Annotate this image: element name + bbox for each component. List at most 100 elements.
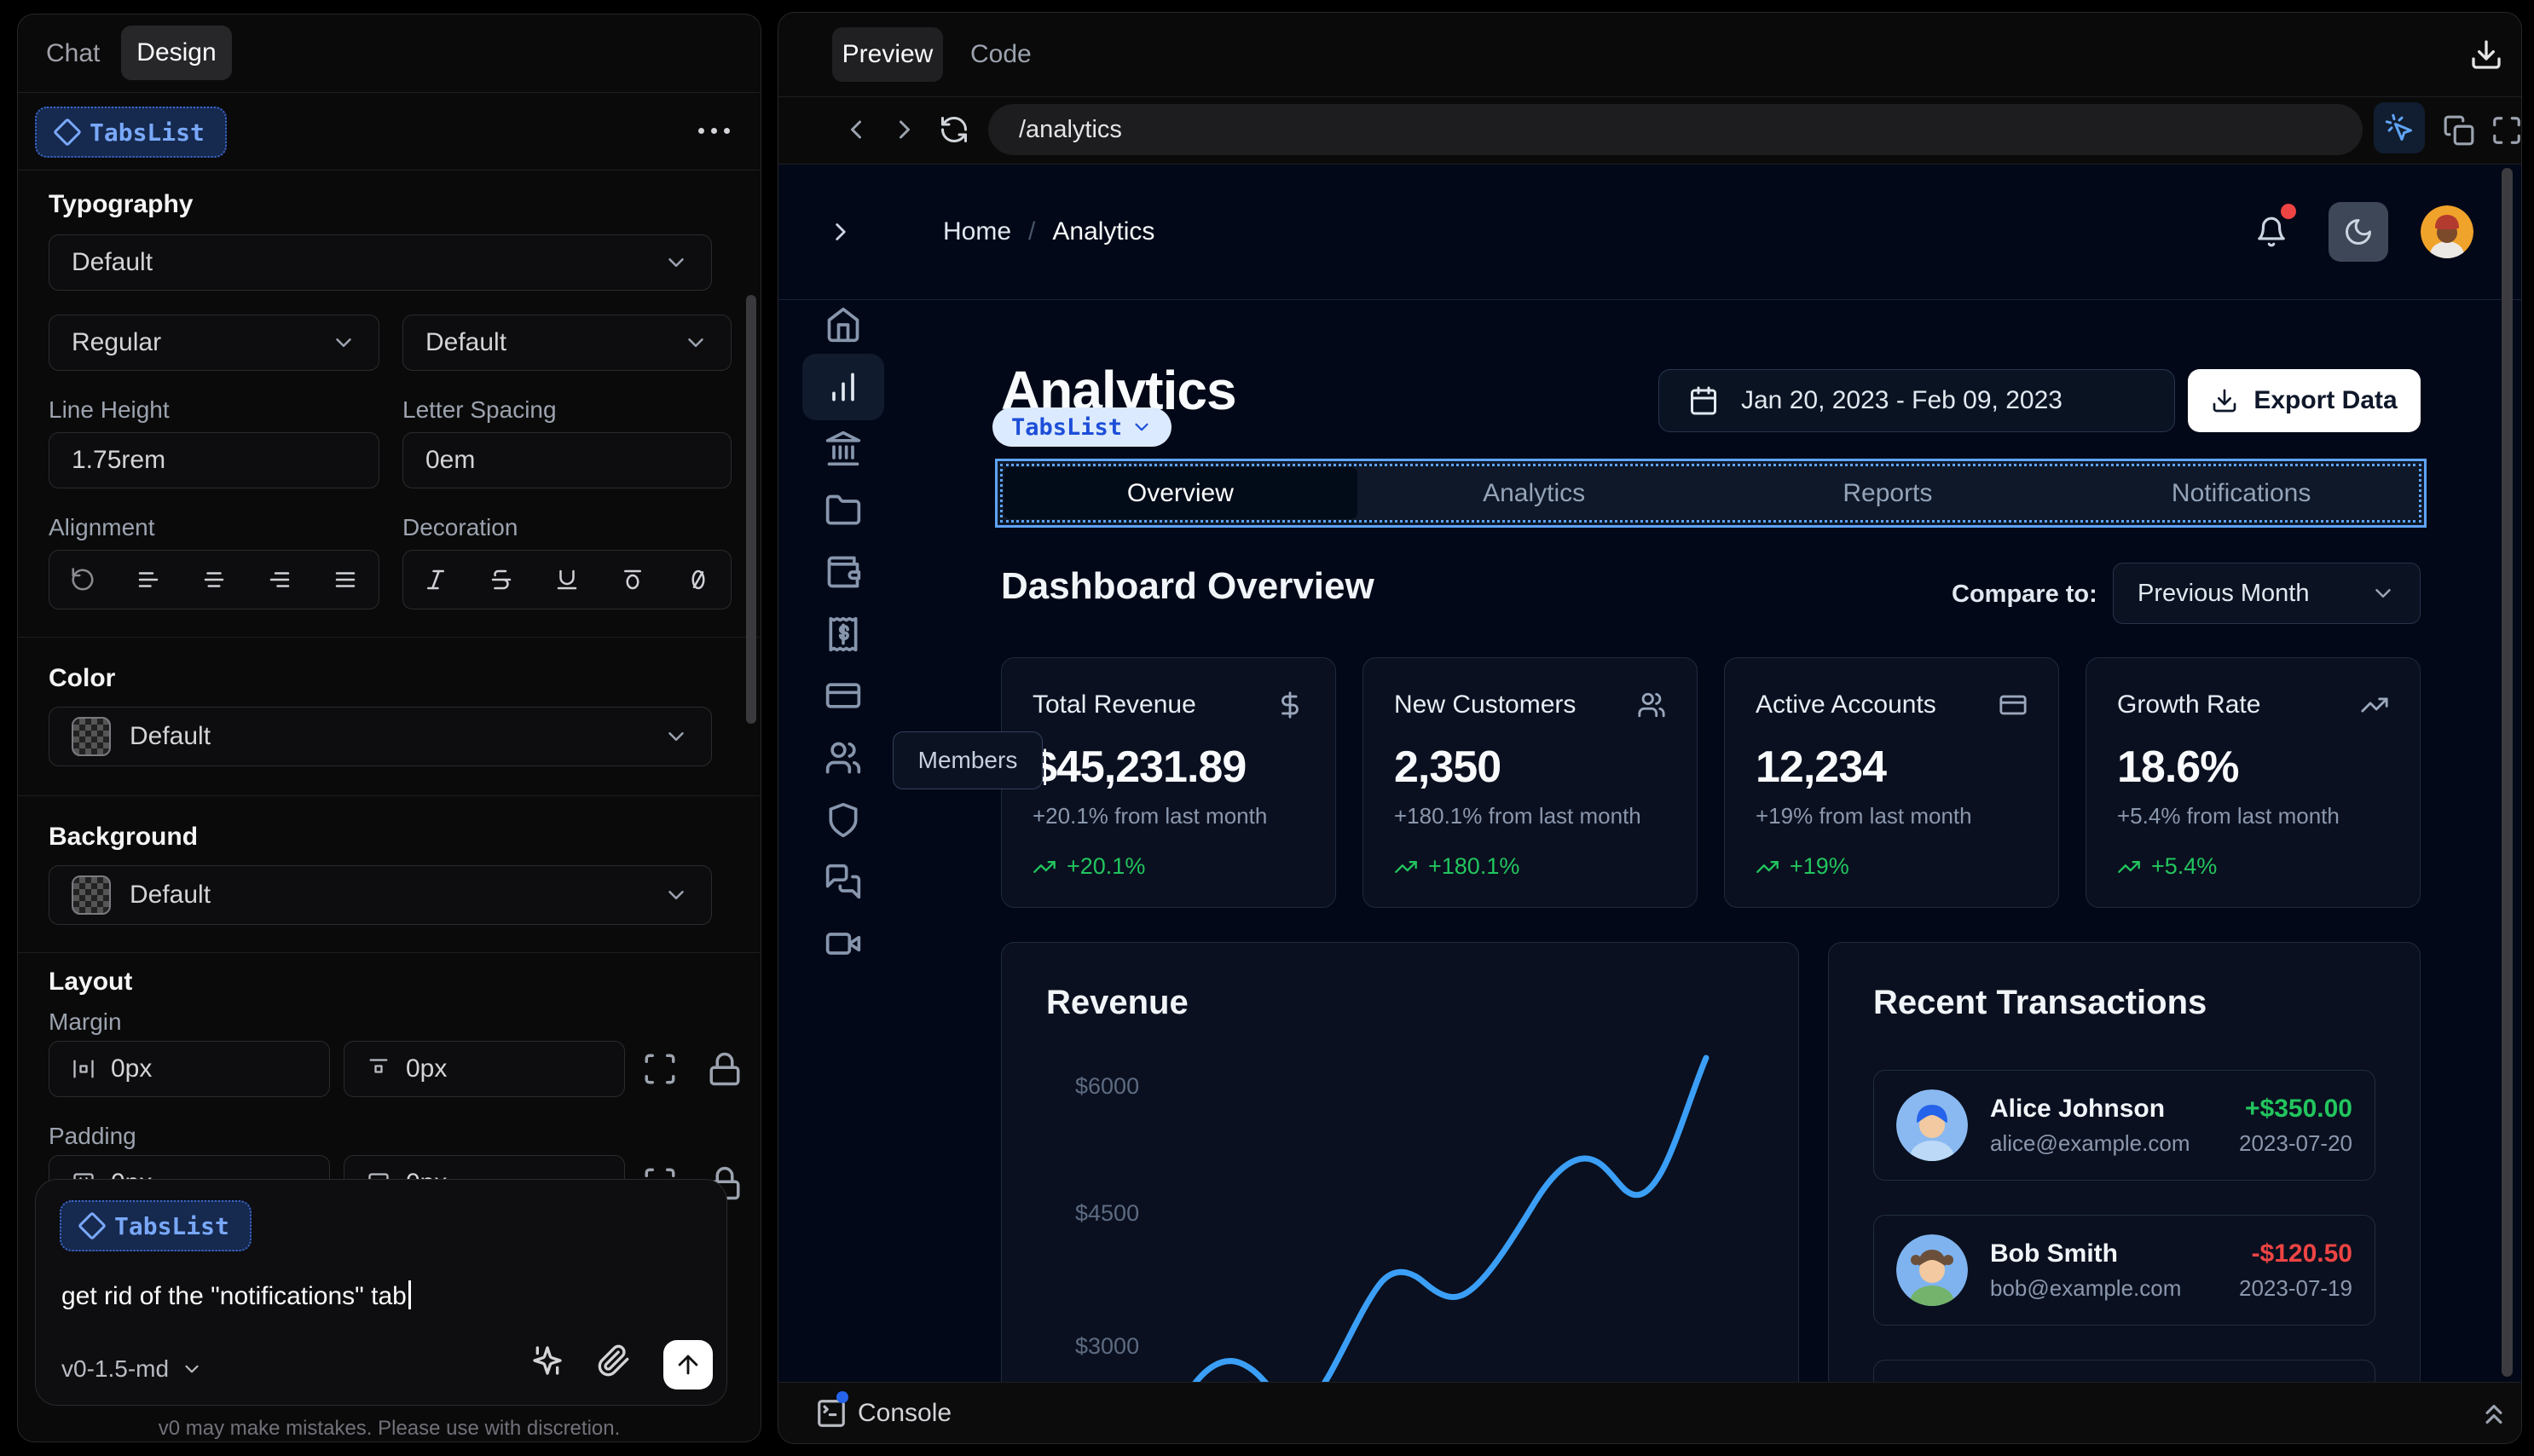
- export-data-button[interactable]: Export Data: [2188, 369, 2421, 432]
- compare-select[interactable]: Previous Month: [2113, 563, 2421, 624]
- selected-component-chip[interactable]: TabsList: [35, 107, 227, 158]
- refresh-icon[interactable]: [939, 114, 969, 145]
- tab-design[interactable]: Design: [121, 26, 232, 80]
- overline-icon[interactable]: [620, 567, 645, 592]
- stat-change: +20.1% from last month: [1033, 803, 1268, 829]
- font-weight-select[interactable]: Regular: [49, 315, 379, 371]
- tab-notifications[interactable]: Notifications: [2064, 467, 2418, 519]
- transaction-row-partial: [1873, 1360, 2375, 1382]
- margin-x-input[interactable]: 0px: [49, 1041, 330, 1097]
- transaction-amount: -$120.50: [2251, 1239, 2352, 1268]
- line-height-input[interactable]: 1.75rem: [49, 432, 379, 488]
- theme-toggle-button[interactable]: [2329, 202, 2388, 262]
- rail-messages-icon[interactable]: [824, 863, 862, 900]
- letter-spacing-input[interactable]: 0em: [402, 432, 732, 488]
- more-options-button[interactable]: [698, 128, 730, 134]
- tab-analytics[interactable]: Analytics: [1357, 467, 1711, 519]
- selected-component-label: TabsList: [90, 118, 205, 147]
- send-button[interactable]: [663, 1340, 713, 1390]
- background-select[interactable]: Default: [49, 865, 712, 925]
- y-tick-4500: $4500: [1075, 1200, 1140, 1226]
- composer-component-chip[interactable]: TabsList: [60, 1200, 252, 1251]
- avatar: [1896, 1234, 1968, 1306]
- attach-file-icon[interactable]: [597, 1343, 631, 1378]
- bell-icon: [2255, 216, 2288, 248]
- sidebar-scrollbar[interactable]: [746, 295, 756, 724]
- back-icon[interactable]: [841, 114, 871, 145]
- transaction-email: alice@example.com: [1990, 1130, 2190, 1156]
- console-label: Console: [858, 1398, 952, 1427]
- breadcrumb-home[interactable]: Home: [943, 217, 1011, 246]
- calendar-icon: [1688, 385, 1719, 416]
- chevrons-up-icon[interactable]: [2478, 1398, 2510, 1430]
- selected-component-badge[interactable]: TabsList: [992, 407, 1172, 447]
- align-justify-icon[interactable]: [333, 567, 358, 592]
- margin-expand-icon[interactable]: [642, 1051, 678, 1087]
- copy-icon[interactable]: [2443, 114, 2475, 147]
- rail-security-icon[interactable]: [824, 801, 862, 839]
- alignment-group: [49, 550, 379, 610]
- selected-component-row: TabsList: [18, 92, 761, 170]
- design-sidebar: Chat Design TabsList Typography Default …: [17, 14, 761, 1442]
- color-select[interactable]: Default: [49, 707, 712, 766]
- rail-bank-icon[interactable]: [824, 430, 862, 467]
- transaction-date: 2023-07-19: [2239, 1274, 2352, 1301]
- tab-chat[interactable]: Chat: [46, 14, 100, 92]
- rail-wallet-icon[interactable]: [824, 553, 862, 591]
- align-left-icon[interactable]: [136, 567, 161, 592]
- enhance-prompt-icon[interactable]: [530, 1343, 564, 1378]
- download-project-icon[interactable]: [2469, 38, 2503, 72]
- user-avatar[interactable]: [2421, 205, 2473, 258]
- align-center-icon[interactable]: [201, 567, 227, 592]
- rail-members-icon[interactable]: [824, 739, 862, 777]
- align-right-icon[interactable]: [267, 567, 292, 592]
- stat-card-total-revenue: Total Revenue $45,231.89 +20.1% from las…: [1001, 657, 1336, 908]
- rail-video-icon[interactable]: [824, 925, 862, 962]
- chevron-down-icon: [331, 330, 356, 355]
- background-heading: Background: [49, 823, 199, 851]
- inspect-pointer-button[interactable]: [2374, 102, 2425, 153]
- reset-alignment-icon[interactable]: [70, 567, 95, 592]
- fullscreen-icon[interactable]: [2491, 114, 2522, 147]
- date-range-button[interactable]: Jan 20, 2023 - Feb 09, 2023: [1658, 369, 2175, 432]
- forward-icon[interactable]: [889, 114, 920, 145]
- chevron-down-icon: [663, 250, 689, 275]
- stat-change: +19% from last month: [1756, 803, 1972, 829]
- font-family-select[interactable]: Default: [49, 234, 712, 291]
- sidebar-expand-icon[interactable]: [826, 217, 855, 246]
- chat-composer[interactable]: TabsList get rid of the "notifications" …: [35, 1179, 727, 1406]
- strikethrough-icon[interactable]: [489, 567, 514, 592]
- padding-label: Padding: [49, 1123, 136, 1149]
- console-bar[interactable]: Console: [778, 1382, 2521, 1443]
- italic-icon[interactable]: [423, 567, 448, 592]
- notifications-bell-button[interactable]: [2255, 216, 2288, 248]
- rail-analytics-icon[interactable]: [824, 368, 862, 406]
- trending-up-icon: [1394, 855, 1418, 879]
- font-size-select[interactable]: Default: [402, 315, 732, 371]
- transaction-row[interactable]: Alice Johnson alice@example.com +$350.00…: [1873, 1070, 2375, 1181]
- line-height-label: Line Height: [49, 396, 170, 423]
- stat-change: +5.4% from last month: [2117, 803, 2340, 829]
- credit-card-icon: [1999, 690, 2028, 719]
- members-tooltip: Members: [893, 731, 1043, 789]
- rail-credit-card-icon[interactable]: [824, 677, 862, 714]
- preview-scrollbar[interactable]: [2502, 168, 2513, 1377]
- chevron-down-icon: [181, 1358, 203, 1380]
- underline-icon[interactable]: [554, 567, 580, 592]
- rail-home-icon[interactable]: [824, 306, 862, 344]
- chat-input[interactable]: get rid of the "notifications" tab: [61, 1280, 411, 1311]
- model-select[interactable]: v0-1.5-md: [61, 1355, 203, 1383]
- url-input[interactable]: /analytics: [988, 104, 2363, 155]
- console-activity-dot: [836, 1391, 848, 1403]
- transaction-name: Alice Johnson: [1990, 1094, 2166, 1123]
- tab-overview[interactable]: Overview: [1004, 467, 1357, 519]
- margin-y-input[interactable]: 0px: [344, 1041, 625, 1097]
- tab-reports[interactable]: Reports: [1711, 467, 2065, 519]
- transaction-row[interactable]: Bob Smith bob@example.com -$120.50 2023-…: [1873, 1215, 2375, 1326]
- tab-preview[interactable]: Preview: [832, 27, 943, 82]
- rail-receipt-icon[interactable]: [824, 615, 862, 653]
- no-decoration-icon[interactable]: [686, 567, 711, 592]
- margin-lock-icon[interactable]: [707, 1051, 743, 1087]
- rail-folder-icon[interactable]: [824, 492, 862, 529]
- tab-code[interactable]: Code: [970, 13, 1032, 96]
